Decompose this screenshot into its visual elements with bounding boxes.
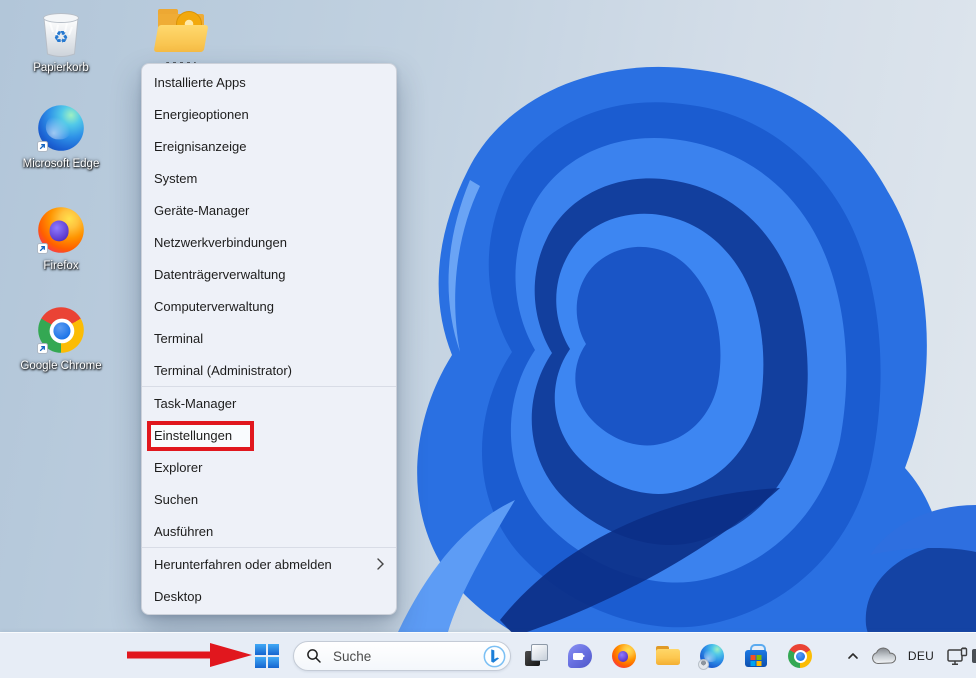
menu-item-label: Ereignisanzeige xyxy=(154,139,247,154)
desktop-icon-papierkorb[interactable]: ♻ Papierkorb xyxy=(19,6,103,74)
tray-clipped-icon xyxy=(972,649,976,663)
menu-item-geräte-manager[interactable]: Geräte-Manager xyxy=(142,194,396,226)
folder-open-icon xyxy=(155,5,207,57)
winx-context-menu: Installierte Apps Energieoptionen Ereignis… xyxy=(141,63,397,615)
menu-item-label: Terminal xyxy=(154,331,203,346)
search-input[interactable] xyxy=(331,648,483,665)
chrome-icon xyxy=(35,304,87,356)
menu-item-ausführen[interactable]: Ausführen xyxy=(142,515,396,547)
menu-group-3: Herunterfahren oder abmelden Desktop xyxy=(142,547,396,612)
menu-item-ereignisanzeige[interactable]: Ereignisanzeige xyxy=(142,130,396,162)
menu-item-netzwerkverbindungen[interactable]: Netzwerkverbindungen xyxy=(142,226,396,258)
windows-logo-icon xyxy=(255,644,279,668)
edge-profile-icon xyxy=(700,644,724,668)
menu-item-computerverwaltung[interactable]: Computerverwaltung xyxy=(142,290,396,322)
taskbar-app-task-view[interactable] xyxy=(516,636,556,676)
menu-item-label: Datenträgerverwaltung xyxy=(154,267,286,282)
tray-onedrive-button[interactable] xyxy=(867,636,901,676)
menu-item-label: Task-Manager xyxy=(154,396,236,411)
store-icon xyxy=(744,644,768,668)
menu-item-label: Suchen xyxy=(154,492,198,507)
tray-language-indicator[interactable]: DEU xyxy=(902,636,940,676)
menu-item-label: Netzwerkverbindungen xyxy=(154,235,287,250)
menu-item-terminal-administrator-[interactable]: Terminal (Administrator) xyxy=(142,354,396,386)
menu-item-label: Herunterfahren oder abmelden xyxy=(154,557,332,572)
tray-show-hidden-icons-button[interactable] xyxy=(839,636,867,676)
monitor-plug-icon xyxy=(947,647,969,666)
desktop-icon-firefox[interactable]: Firefox xyxy=(19,204,103,272)
menu-item-task-manager[interactable]: Task-Manager xyxy=(142,387,396,419)
menu-item-label: Energieoptionen xyxy=(154,107,249,122)
menu-item-label: Desktop xyxy=(154,589,202,604)
windows-desktop: ♻ Papierkorb Microsoft Edge Firefox Google C… xyxy=(0,0,976,678)
menu-item-herunterfahren-oder-abmelden[interactable]: Herunterfahren oder abmelden xyxy=(142,548,396,580)
shortcut-arrow-icon xyxy=(37,141,48,152)
menu-item-einstellungen[interactable]: Einstellungen xyxy=(142,419,396,451)
menu-item-desktop[interactable]: Desktop xyxy=(142,580,396,612)
desktop-icon-microsoft-edge[interactable]: Microsoft Edge xyxy=(19,102,103,170)
menu-group-1: Installierte Apps Energieoptionen Ereignis… xyxy=(142,66,396,386)
submenu-chevron-icon xyxy=(377,558,384,570)
taskbar-app-icons xyxy=(516,636,820,676)
desktop-icon-label: Microsoft Edge xyxy=(23,158,100,170)
menu-item-label: Geräte-Manager xyxy=(154,203,249,218)
desktop-icon-folder[interactable] xyxy=(139,5,223,66)
menu-item-label: Installierte Apps xyxy=(154,75,246,90)
recycle-bin-icon: ♻ xyxy=(35,6,87,58)
taskbar-search-box[interactable] xyxy=(293,641,511,671)
cloud-icon xyxy=(871,647,897,665)
menu-item-label: Terminal (Administrator) xyxy=(154,363,292,378)
menu-item-label: Ausführen xyxy=(154,524,213,539)
menu-item-explorer[interactable]: Explorer xyxy=(142,451,396,483)
taskbar-app-chat[interactable] xyxy=(560,636,600,676)
taskbar: DEU xyxy=(0,632,976,678)
edge-icon xyxy=(35,102,87,154)
taskbar-app-file-explorer[interactable] xyxy=(648,636,688,676)
menu-item-label: Explorer xyxy=(154,460,202,475)
taskbar-app-google-chrome[interactable] xyxy=(780,636,820,676)
menu-item-label: Einstellungen xyxy=(154,428,232,443)
menu-item-label: Computerverwaltung xyxy=(154,299,274,314)
bing-chat-icon[interactable] xyxy=(483,645,506,668)
shortcut-arrow-icon xyxy=(37,243,48,254)
menu-item-suchen[interactable]: Suchen xyxy=(142,483,396,515)
menu-group-2: Task-Manager Einstellungen Explorer Suchen A… xyxy=(142,386,396,547)
menu-item-system[interactable]: System xyxy=(142,162,396,194)
search-icon xyxy=(306,648,322,664)
task-view-icon xyxy=(524,644,548,668)
taskbar-app-microsoft-edge[interactable] xyxy=(692,636,732,676)
desktop-icon-google-chrome[interactable]: Google Chrome xyxy=(19,304,103,372)
menu-item-energieoptionen[interactable]: Energieoptionen xyxy=(142,98,396,130)
menu-item-datenträgerverwaltung[interactable]: Datenträgerverwaltung xyxy=(142,258,396,290)
firefox-icon xyxy=(612,644,636,668)
folder-icon xyxy=(656,645,680,667)
chevron-up-icon xyxy=(846,649,860,663)
start-button[interactable] xyxy=(247,636,287,676)
tray-hardware-button[interactable] xyxy=(944,636,972,676)
language-label: DEU xyxy=(908,649,934,663)
menu-item-label: System xyxy=(154,171,197,186)
desktop-icon-label: Google Chrome xyxy=(20,360,101,372)
menu-item-terminal[interactable]: Terminal xyxy=(142,322,396,354)
chat-icon xyxy=(568,644,592,668)
shortcut-arrow-icon xyxy=(37,343,48,354)
taskbar-app-microsoft-store[interactable] xyxy=(736,636,776,676)
desktop-icon-label: Firefox xyxy=(43,260,78,272)
chrome-icon xyxy=(788,644,812,668)
desktop-icon-label: Papierkorb xyxy=(33,62,89,74)
menu-item-installierte-apps[interactable]: Installierte Apps xyxy=(142,66,396,98)
firefox-icon xyxy=(35,204,87,256)
svg-text:♻: ♻ xyxy=(53,28,68,48)
taskbar-app-firefox[interactable] xyxy=(604,636,644,676)
